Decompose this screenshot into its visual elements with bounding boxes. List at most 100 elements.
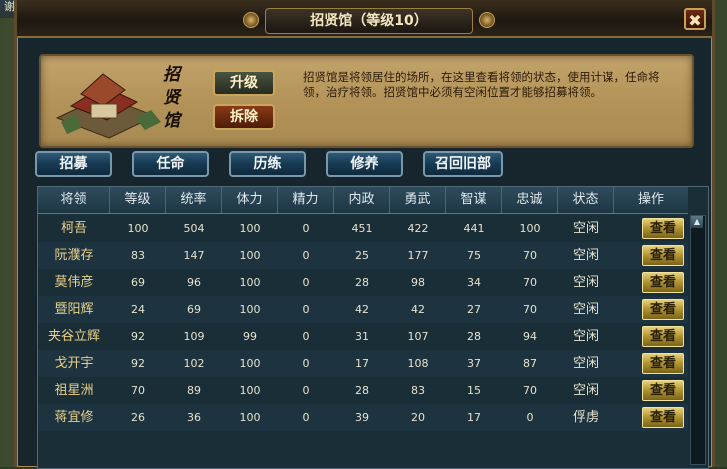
header-stamina: 体力 [222,187,278,213]
view-general-button[interactable]: 查看 [642,380,684,401]
cell-command: 504 [183,222,205,235]
upgrade-button[interactable]: 升级 [213,70,275,96]
cell-wisdom: 27 [467,303,481,316]
cell-energy: 0 [302,411,310,424]
header-wisdom: 智谋 [446,187,502,213]
table-row: 祖星洲 70 89 100 0 28 83 15 70 空闲 查看 [38,377,688,404]
cell-status: 空闲 [572,221,599,236]
view-general-button[interactable]: 查看 [642,353,684,374]
train-button[interactable]: 历练 [229,151,306,177]
header-command: 统率 [166,187,222,213]
cell-energy: 0 [302,357,310,370]
cell-stamina: 100 [239,411,261,424]
cell-name: 柯吾 [60,221,87,236]
window-titlebar[interactable]: 招贤馆（等级10） ✖ [17,0,712,38]
cell-status: 空闲 [572,383,599,398]
cell-command: 96 [187,276,201,289]
cell-level: 92 [131,357,145,370]
table-row: 莫伟彦 69 96 100 0 28 98 34 70 空闲 查看 [38,269,688,296]
cell-wisdom: 15 [467,384,481,397]
appoint-button[interactable]: 任命 [132,151,209,177]
cell-energy: 0 [302,222,310,235]
building-info-panel: 招贤馆 升级 拆除 招贤馆是将领居住的场所，在这里查看将领的状态，使用计谋，任命… [39,54,694,148]
cell-name: 夹谷立辉 [47,329,100,344]
cell-valor: 98 [411,276,425,289]
cell-loyalty: 87 [523,357,537,370]
cell-command: 109 [183,330,205,343]
cell-loyalty: 70 [523,384,537,397]
cell-stamina: 100 [239,276,261,289]
cell-valor: 42 [411,303,425,316]
table-row: 阮濮存 83 147 100 0 25 177 75 70 空闲 查看 [38,242,688,269]
recall-old-troops-button[interactable]: 召回旧部 [423,151,503,177]
cell-energy: 0 [302,249,310,262]
scroll-up-arrow-icon[interactable]: ▲ [691,216,703,228]
cell-valor: 422 [407,222,429,235]
cell-wisdom: 17 [467,411,481,424]
view-general-button[interactable]: 查看 [642,218,684,239]
building-sign: 招贤馆 [163,65,180,131]
table-row: 戈开宇 92 102 100 0 17 108 37 87 空闲 查看 [38,350,688,377]
recruit-button[interactable]: 招募 [35,151,112,177]
cell-energy: 0 [302,330,310,343]
header-level: 等级 [110,187,166,213]
view-general-button[interactable]: 查看 [642,326,684,347]
cell-stamina: 100 [239,222,261,235]
cell-valor: 107 [407,330,429,343]
cell-status: 空闲 [572,275,599,290]
header-general: 将领 [38,187,110,213]
cell-energy: 0 [302,276,310,289]
cell-politics: 39 [355,411,369,424]
view-general-button[interactable]: 查看 [642,245,684,266]
title-ornament-left-icon [243,12,259,28]
cell-name: 祖星洲 [54,383,94,398]
cell-wisdom: 28 [467,330,481,343]
cell-name: 暨阳辉 [54,302,94,317]
table-row: 夹谷立辉 92 109 99 0 31 107 28 94 空闲 查看 [38,323,688,350]
cell-loyalty: 70 [523,276,537,289]
cell-stamina: 100 [239,357,261,370]
cell-energy: 0 [302,303,310,316]
title-ornament-right-icon [479,12,495,28]
cell-politics: 31 [355,330,369,343]
cell-loyalty: 70 [523,249,537,262]
building-description: 招贤馆是将领居住的场所，在这里查看将领的状态，使用计谋，任命将领，治疗将领。招贤… [303,70,660,99]
cell-valor: 20 [411,411,425,424]
cell-politics: 17 [355,357,369,370]
cell-status: 空闲 [572,329,599,344]
cell-politics: 42 [355,303,369,316]
cell-wisdom: 34 [467,276,481,289]
cell-stamina: 99 [243,330,257,343]
cell-politics: 28 [355,276,369,289]
cell-loyalty: 0 [526,411,534,424]
cell-level: 92 [131,330,145,343]
view-general-button[interactable]: 查看 [642,407,684,428]
cell-command: 36 [187,411,201,424]
close-button[interactable]: ✖ [684,8,706,30]
table-scrollbar[interactable]: ▲ [690,215,706,465]
header-loyalty: 忠诚 [502,187,558,213]
cell-valor: 177 [407,249,429,262]
cell-stamina: 100 [239,303,261,316]
cell-loyalty: 94 [523,330,537,343]
recruit-hall-window: 招贤馆（等级10） ✖ 招贤馆 升级 拆除 招贤馆是将领居住的场所，在这里查看将… [14,0,715,469]
cell-wisdom: 37 [467,357,481,370]
cell-wisdom: 441 [463,222,485,235]
cell-loyalty: 70 [523,303,537,316]
cell-valor: 83 [411,384,425,397]
generals-table: 将领 等级 统率 体力 精力 内政 勇武 智谋 忠诚 状态 操作 柯吾 100 50… [37,186,709,469]
cell-level: 69 [131,276,145,289]
table-header: 将领 等级 统率 体力 精力 内政 勇武 智谋 忠诚 状态 操作 [38,187,688,214]
recruit-hall-building-image: 招贤馆 [51,62,185,140]
cell-status: 空闲 [572,248,599,263]
demolish-button[interactable]: 拆除 [213,104,275,130]
rest-button[interactable]: 修养 [326,151,403,177]
view-general-button[interactable]: 查看 [642,272,684,293]
view-general-button[interactable]: 查看 [642,299,684,320]
cell-energy: 0 [302,384,310,397]
header-valor: 勇武 [390,187,446,213]
cell-status: 空闲 [572,302,599,317]
cell-loyalty: 100 [519,222,541,235]
cell-level: 100 [127,222,149,235]
cell-valor: 108 [407,357,429,370]
